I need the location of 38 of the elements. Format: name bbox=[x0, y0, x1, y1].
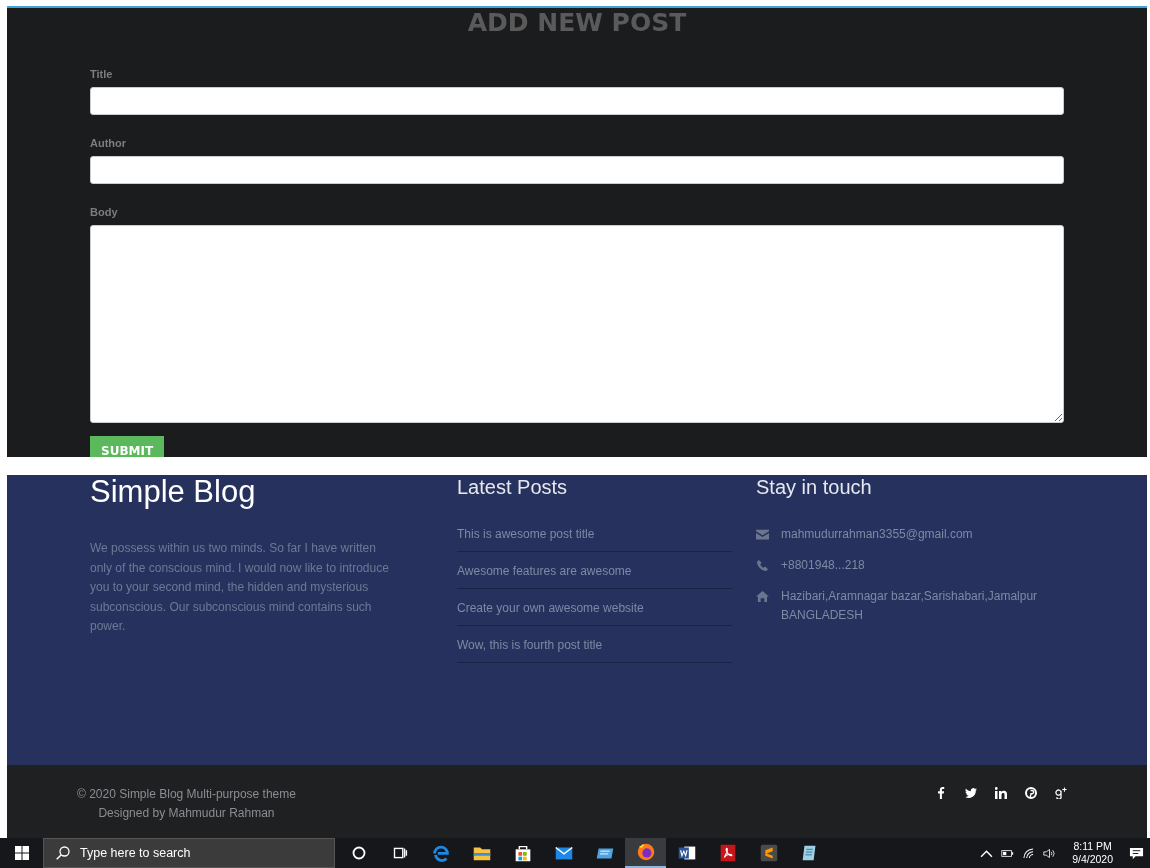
post-link[interactable]: Awesome features are awesome bbox=[457, 558, 732, 589]
battery-icon[interactable] bbox=[1001, 847, 1015, 859]
house-icon bbox=[756, 591, 769, 602]
text-field[interactable] bbox=[90, 87, 1064, 115]
field-label: Body bbox=[90, 206, 118, 219]
page-heading: ADD NEW POST bbox=[467, 8, 687, 38]
phone-icon bbox=[756, 560, 769, 571]
clock-time[interactable]: 8:11 PM bbox=[1073, 840, 1112, 853]
google-plus-icon[interactable] bbox=[1055, 787, 1067, 799]
pinterest-icon[interactable] bbox=[1025, 787, 1037, 799]
copyright-text: © 2020 Simple Blog Multi-purpose theme bbox=[77, 786, 296, 803]
designer-credit: Designed by Mahmudur Rahman bbox=[98, 805, 275, 822]
taskbar-search-field[interactable]: Type here to search bbox=[43, 838, 335, 868]
windows-logo-icon[interactable] bbox=[15, 846, 29, 860]
field-label: Title bbox=[90, 68, 113, 81]
contact-text: +8801948...218 bbox=[781, 557, 866, 574]
field-label: Author bbox=[90, 137, 127, 150]
caret-up-icon[interactable] bbox=[980, 847, 994, 859]
twitter-icon[interactable] bbox=[965, 787, 977, 799]
clock-date[interactable]: 9/4/2020 bbox=[1072, 853, 1113, 866]
submit-button[interactable]: SUBMIT bbox=[90, 436, 165, 457]
search-icon bbox=[56, 846, 70, 860]
text-field[interactable] bbox=[90, 156, 1064, 184]
linkedin-icon[interactable] bbox=[995, 787, 1007, 799]
post-link[interactable]: Wow, this is fourth post title bbox=[457, 632, 732, 663]
column-title: Latest Posts bbox=[457, 475, 569, 499]
post-link[interactable]: Create your own awesome website bbox=[457, 595, 732, 626]
post-link[interactable]: This is awesome post title bbox=[457, 521, 732, 552]
notification-icon[interactable] bbox=[1129, 845, 1144, 861]
contact-text: Hazibari,Aramnagar bazar,Sarishabari,Jamalpur BANGLADESH bbox=[781, 588, 1039, 624]
wifi-icon[interactable] bbox=[1022, 847, 1036, 859]
facebook-icon[interactable] bbox=[935, 787, 947, 799]
column-title: Stay in touch bbox=[756, 475, 873, 499]
footer-brand: Simple Blog bbox=[90, 475, 257, 509]
search-placeholder: Type here to search bbox=[80, 846, 191, 860]
speaker-icon[interactable] bbox=[1043, 847, 1057, 859]
contact-text: mahmudurrahman3355@gmail.com bbox=[781, 526, 974, 543]
envelope-icon bbox=[756, 529, 769, 540]
